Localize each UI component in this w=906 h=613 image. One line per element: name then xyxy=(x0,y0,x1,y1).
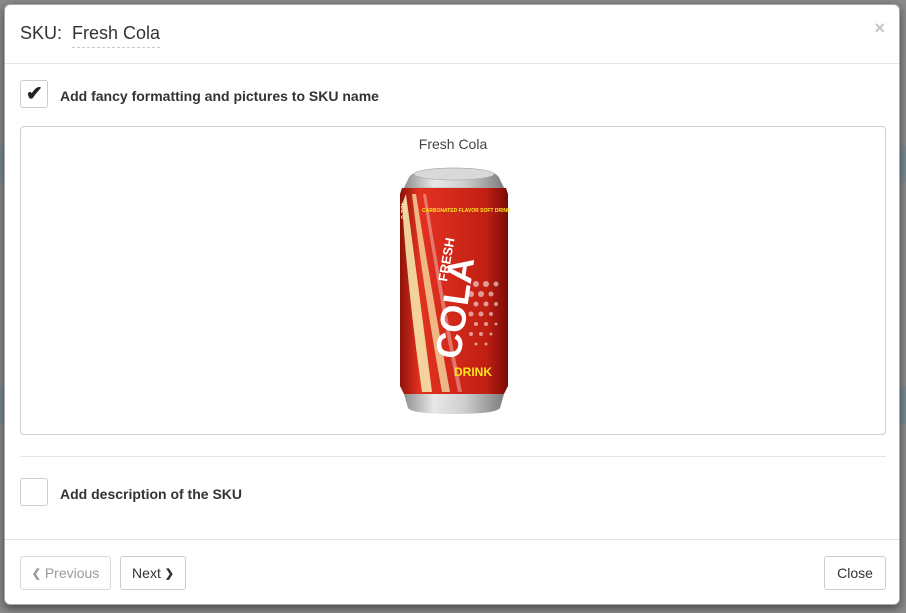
description-label: Add description of the SKU xyxy=(60,486,242,502)
description-checkbox[interactable] xyxy=(20,478,48,506)
next-button-label: Next xyxy=(132,565,161,581)
close-button-label: Close xyxy=(837,565,873,581)
previous-button-label: Previous xyxy=(44,565,100,581)
section-divider xyxy=(20,456,886,457)
can-volume-text: 0.33L xyxy=(401,200,408,219)
close-icon[interactable]: × xyxy=(874,19,885,37)
checkmark-icon: ✔ xyxy=(26,83,43,105)
sku-dialog: SKU: Fresh Cola × ✔ Add fancy formatting… xyxy=(4,4,900,605)
sku-preview-panel: Fresh Cola 0.33L CARBONATED FLAVOR SOFT … xyxy=(20,126,886,435)
preview-title: Fresh Cola xyxy=(418,136,488,152)
chevron-left-icon: ❮ xyxy=(31,568,41,580)
close-button[interactable]: Close xyxy=(824,556,886,590)
next-button[interactable]: Next ❯ xyxy=(120,556,186,590)
can-sub-text: DRINK xyxy=(454,365,492,379)
sku-name-editable[interactable]: Fresh Cola xyxy=(72,23,161,48)
dialog-title-label: SKU: xyxy=(20,23,63,43)
fancy-formatting-label: Add fancy formatting and pictures to SKU… xyxy=(60,88,379,104)
fancy-formatting-checkbox[interactable]: ✔ xyxy=(20,80,48,108)
cola-can-image: 0.33L CARBONATED FLAVOR SOFT DRINK FRESH… xyxy=(400,167,511,414)
dialog-footer: ❮ Previous Next ❯ Close xyxy=(5,539,899,604)
dialog-header: SKU: Fresh Cola × xyxy=(5,5,899,64)
chevron-right-icon: ❯ xyxy=(164,568,174,580)
can-tagline-text: CARBONATED FLAVOR SOFT DRINK xyxy=(422,208,511,214)
previous-button[interactable]: ❮ Previous xyxy=(20,556,111,590)
